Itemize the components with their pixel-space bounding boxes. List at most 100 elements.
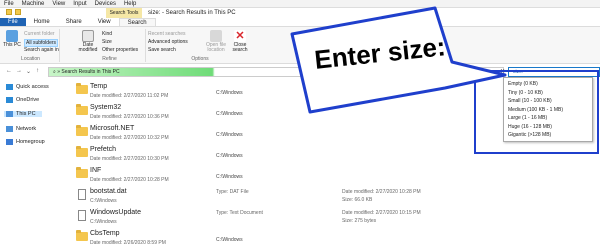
folder-icon: [76, 146, 88, 157]
save-search-button[interactable]: Save search: [148, 47, 176, 53]
computer-icon: [6, 111, 13, 117]
file-path: C:\Windows: [216, 237, 243, 243]
search-again-button[interactable]: Search again in: [24, 47, 59, 53]
folder-icon: [76, 230, 88, 241]
folder-icon: [76, 167, 88, 178]
homegroup-icon: [6, 139, 13, 145]
kind-button[interactable]: Kind: [102, 31, 112, 37]
ribbon-tabs: File Home Share View Search: [0, 18, 600, 27]
sidebar-item-label: OneDrive: [16, 97, 40, 103]
forward-icon[interactable]: →: [16, 68, 22, 74]
tab-file[interactable]: File: [0, 18, 26, 26]
file-path: C:\Windows: [216, 132, 243, 138]
this-pc-button[interactable]: This PC: [2, 30, 22, 48]
list-item[interactable]: CbsTemp Date modified: 2/26/2020 8:59 PM C…: [70, 229, 600, 248]
size-dropdown: Empty (0 KB) Tiny (0 - 10 KB) Small (10 - …: [503, 77, 593, 142]
list-item[interactable]: WindowsUpdate C:\Windows Type: Text Docume…: [70, 208, 600, 227]
file-date: Date modified: 2/27/2020 10:30 PM: [90, 156, 169, 162]
file-icon: [78, 189, 86, 200]
advanced-options-button[interactable]: Advanced options: [148, 39, 188, 45]
vm-menu-help[interactable]: Help: [120, 0, 140, 8]
star-icon: [6, 84, 13, 90]
vm-menu-input[interactable]: Input: [69, 0, 90, 8]
file-date: Date modified: 2/27/2020 10:28 PM: [90, 177, 169, 183]
sidebar-item-homegroup[interactable]: Homegroup: [6, 139, 45, 145]
size-option[interactable]: Huge (16 - 128 MB): [504, 123, 592, 132]
title-bar: Search Tools size: - Search Results in T…: [0, 8, 600, 18]
file-name: INF: [90, 167, 102, 174]
file-date: Date modified: 2/27/2020 10:32 PM: [90, 135, 169, 141]
file-date: Date modified: 2/26/2020 8:59 PM: [90, 240, 166, 246]
sidebar-item-label: Homegroup: [16, 139, 45, 145]
address-path: Search Results in This PC: [61, 69, 120, 75]
all-subfolders-button[interactable]: All subfolders: [24, 39, 59, 47]
ribbon: This PC Current folder All subfolders Se…: [0, 27, 600, 64]
close-search-button[interactable]: ✕ Close search: [230, 30, 250, 53]
calendar-icon: [82, 30, 94, 42]
computer-icon: [6, 30, 18, 42]
window-title: size: - Search Results in This PC: [148, 10, 236, 16]
list-item[interactable]: INF Date modified: 2/27/2020 10:28 PM C:\W…: [70, 166, 600, 185]
sidebar-item-this-pc[interactable]: This PC: [4, 111, 42, 117]
sidebar-item-network[interactable]: Network: [6, 126, 36, 132]
back-icon[interactable]: ←: [6, 68, 12, 74]
folder-icon: [76, 104, 88, 115]
quick-access-toolbar[interactable]: [6, 9, 21, 15]
file-size: Size: 66.0 KB: [342, 197, 373, 203]
this-pc-label: This PC: [3, 42, 21, 48]
options-group-label: Options: [191, 56, 209, 62]
sidebar-item-onedrive[interactable]: OneDrive: [6, 97, 39, 103]
vm-menu-machine[interactable]: Machine: [18, 0, 49, 8]
vm-menu-devices[interactable]: Devices: [91, 0, 120, 8]
tab-share[interactable]: Share: [58, 18, 90, 26]
tab-view[interactable]: View: [90, 18, 119, 26]
date-modified-button[interactable]: Date modified: [76, 30, 100, 53]
file-name: System32: [90, 104, 122, 111]
file-date: Date modified: 2/27/2020 11:02 PM: [90, 93, 169, 99]
vm-menubar: File Machine View Input Devices Help: [0, 0, 600, 8]
sidebar-item-quick-access[interactable]: Quick access: [6, 84, 49, 90]
size-option[interactable]: Small (10 - 100 KB): [504, 97, 592, 106]
current-folder-button[interactable]: Current folder: [24, 31, 55, 37]
up-icon[interactable]: ↑: [36, 68, 39, 74]
cloud-icon: [6, 97, 13, 103]
file-name: Prefetch: [90, 146, 117, 153]
vm-menu-file[interactable]: File: [0, 0, 18, 8]
size-option[interactable]: Large (1 - 16 MB): [504, 114, 592, 123]
refine-group-label: Refine: [102, 56, 117, 62]
file-name: Temp: [90, 83, 108, 90]
file-name: Microsoft.NET: [90, 125, 135, 132]
file-size: Size: 275 bytes: [342, 218, 377, 224]
file-path: C:\Windows: [216, 90, 243, 96]
tab-home[interactable]: Home: [26, 18, 58, 26]
tab-search[interactable]: Search: [118, 18, 156, 26]
size-option[interactable]: Medium (100 KB - 1 MB): [504, 106, 592, 115]
file-name: WindowsUpdate: [90, 209, 141, 216]
address-box[interactable]: ⌕ » Search Results in This PC: [48, 67, 504, 77]
recent-locations-icon[interactable]: ⌄: [26, 68, 31, 75]
open-file-location-label: Open file location: [205, 42, 226, 53]
folder-icon: [76, 83, 88, 94]
file-date: Date modified: 2/27/2020 10:36 PM: [90, 114, 169, 120]
size-option[interactable]: Empty (0 KB): [504, 80, 592, 89]
other-properties-button[interactable]: Other properties: [102, 47, 138, 53]
size-option[interactable]: Tiny (0 - 10 KB): [504, 89, 592, 98]
location-group: This PC Current folder All subfolders Se…: [2, 29, 60, 62]
folder-open-icon: [210, 30, 222, 42]
size-option[interactable]: Gigantic (>128 MB): [504, 131, 592, 140]
navigation-pane: Quick access OneDrive This PC Network Homegr…: [0, 80, 66, 250]
sidebar-item-label: Network: [16, 126, 37, 132]
search-tools-contextual-label: Search Tools: [106, 8, 142, 18]
open-file-location-button[interactable]: Open file location: [204, 30, 228, 53]
file-path: C:\Windows: [216, 153, 243, 159]
vm-menu-view[interactable]: View: [48, 0, 69, 8]
recent-searches-button[interactable]: Recent searches: [148, 31, 186, 37]
sidebar-item-label: Quick access: [16, 84, 49, 90]
location-group-label: Location: [21, 56, 40, 62]
size-button[interactable]: Size: [102, 39, 112, 45]
close-icon: ✕: [234, 30, 246, 42]
sidebar-item-label: This PC: [16, 111, 36, 117]
file-type: Type: Text Document: [216, 210, 263, 216]
file-name: bootstat.dat: [90, 188, 127, 195]
list-item[interactable]: bootstat.dat C:\Windows Type: DAT File Date…: [70, 187, 600, 206]
